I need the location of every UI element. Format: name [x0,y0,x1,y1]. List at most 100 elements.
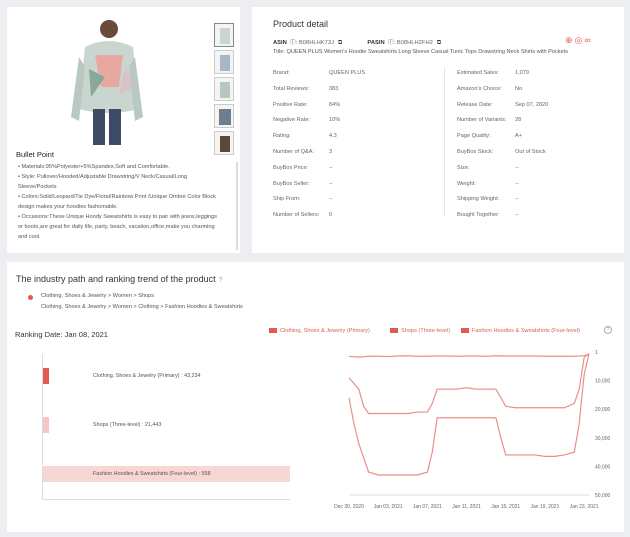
bullet-item: and cool. [18,234,41,240]
link-icon[interactable]: ∞ [584,35,592,45]
y-tick-label: 50,000 [595,493,611,499]
bullet-scrollbar[interactable] [236,162,238,250]
bar-label-four-level: Fashion Hoodies & Sweatshirts (Four-leve… [93,471,211,477]
detail-value: A+ [515,133,522,140]
detail-value: Out of Stock [515,149,546,155]
detail-key: Estimated Sales: [457,70,499,76]
bar-label-primary: Clothing, Shoes & Jewelry (Primary) : 43… [93,373,201,379]
detail-value: Sep 07, 2020 [515,101,549,108]
detail-key: Rating: [273,133,291,140]
detail-key: BuyBox Stock: [457,149,494,155]
detail-value: -- [515,212,519,219]
product-image-card: Bullet Point • Materials:95%Polyester+5%… [7,7,240,253]
detail-value: -- [329,180,333,187]
x-tick-label: Jan 19, 2021 [530,504,559,510]
detail-value: QUEEN PLUS [329,70,366,76]
help-icon[interactable]: ? [219,277,223,284]
detail-value: -- [515,180,519,187]
detail-key: Total Reviews: [273,85,310,92]
y-tick-label: 30,000 [595,436,611,442]
detail-value: 0 [329,212,333,219]
industry-path-hoodies[interactable]: Clothing, Shoes & Jewelry > Women > Clot… [41,304,243,310]
bar-three-level [43,417,49,433]
trend-line-series-0 [348,353,590,358]
y-tick-label: 1 [595,350,598,356]
thumbnail[interactable] [214,131,234,155]
bullet-item: or boots,are great for daily life, party… [18,224,215,230]
pin-icon[interactable]: ⊕ [565,35,575,45]
detail-value: 1,079 [515,70,529,76]
thumbnail[interactable] [214,104,234,128]
bullet-item: Sleeve/Pockets [18,184,57,190]
product-detail-title: Product detail [273,19,329,29]
industry-path-shops[interactable]: Clothing, Shoes & Jewelry > Women > Shop… [41,293,154,299]
detail-key: Number of Variants: [457,117,507,124]
help-icon: ⓘ [387,40,394,46]
x-tick-label: Jan 03, 2021 [374,504,403,510]
detail-value: 4.3 [329,133,337,140]
x-tick-label: Jan 07, 2021 [413,504,442,510]
detail-key: BuyBox Seller: [273,180,310,187]
detail-value: -- [329,164,333,171]
y-tick-label: 20,000 [595,407,611,413]
x-tick-label: Jan 11, 2021 [452,504,481,510]
legend-item-three-level[interactable]: Shops (Three-level) [390,328,450,334]
help-icon: ⓘ [289,40,296,46]
bullet-point-title: Bullet Point [16,150,54,159]
x-tick-label: Dec 30, 2020 [334,504,364,510]
legend-item-four-level[interactable]: Fashion Hoodies & Sweatshirts (Four-leve… [461,328,580,334]
x-tick-label: Jan 23, 2021 [570,504,599,510]
bullet-item: • Style: Pullover/Hooded/Adjustable Draw… [18,174,187,180]
industry-trend-card: The industry path and ranking trend of t… [7,262,624,532]
y-tick-label: 40,000 [595,464,611,470]
thumbnail[interactable] [214,77,234,101]
detail-key: Negative Rate: [273,117,311,124]
bullet-item: design makes your hoodies fashionable. [18,204,118,210]
thumbnail[interactable] [214,50,234,74]
detail-value: 10% [329,117,341,124]
detail-value: 84% [329,101,341,108]
detail-key: Amazon's Choice: [457,85,502,92]
product-main-image[interactable] [67,17,147,145]
detail-key: Positive Rate: [273,101,308,108]
ranking-date: Ranking Date: Jan 08, 2021 [15,330,108,339]
target-icon[interactable]: ◎ [575,35,585,45]
asin-label: ASIN [273,40,287,46]
path-bullet-dot [28,295,33,300]
detail-key: Size: [457,164,470,171]
detail-value: -- [329,196,333,203]
thumbnail-strip [214,23,236,158]
detail-key: Brand: [273,70,290,76]
thumbnail[interactable] [214,23,234,47]
bullet-item: • Materials:95%Polyester+5%Spandex,Soft … [18,164,170,170]
detail-key: Ship From: [273,196,301,203]
detail-key: Shipping Weight: [457,196,500,203]
copy-icon[interactable]: ⧉ [437,40,441,46]
pasin-label: PASIN [367,40,385,46]
product-title-text: Title: QUEEN PLUS Women's Hoodie Sweatsh… [273,49,569,55]
detail-value: 3 [329,149,333,155]
bullet-item: • Colors:Solid/Leopard/Tie Dye/Floral/Ra… [18,194,216,200]
column-divider [444,67,445,217]
ranking-bar-chart: Clothing, Shoes & Jewelry (Primary) : 43… [42,354,290,500]
trend-line-series-2 [348,353,590,476]
trend-section-title: The industry path and ranking trend of t… [16,274,223,284]
chart-help-icon[interactable]: ? [604,326,612,334]
bullet-point-list: • Materials:95%Polyester+5%Spandex,Soft … [16,162,232,242]
action-icons: ⊕◎∞ [565,35,593,46]
bar-label-three-level: Shops (Three-level) : 21,443 [93,422,162,428]
legend-item-primary[interactable]: Clothing, Shoes & Jewelry (Primary) [269,328,370,334]
x-tick-label: Jan 15, 2021 [491,504,520,510]
detail-value: No [515,85,523,92]
detail-key: Number of Q&A: [273,149,315,155]
product-detail-card: Product detail ASIN ⓘ: B08HLHK73J ⧉ PASIN ⓘ… [252,7,624,253]
copy-icon[interactable]: ⧉ [338,40,342,46]
detail-key: Number of Sellers: [273,212,320,219]
y-tick-label: 10,000 [595,379,611,385]
pasin-value: B08HLH2FH2 [396,40,433,46]
detail-key: Page Quality: [457,133,491,140]
detail-key: Release Date: [457,101,493,108]
detail-key: BuyBox Price: [273,164,309,171]
bar-primary [43,368,49,384]
trend-line-series-1 [348,352,590,415]
